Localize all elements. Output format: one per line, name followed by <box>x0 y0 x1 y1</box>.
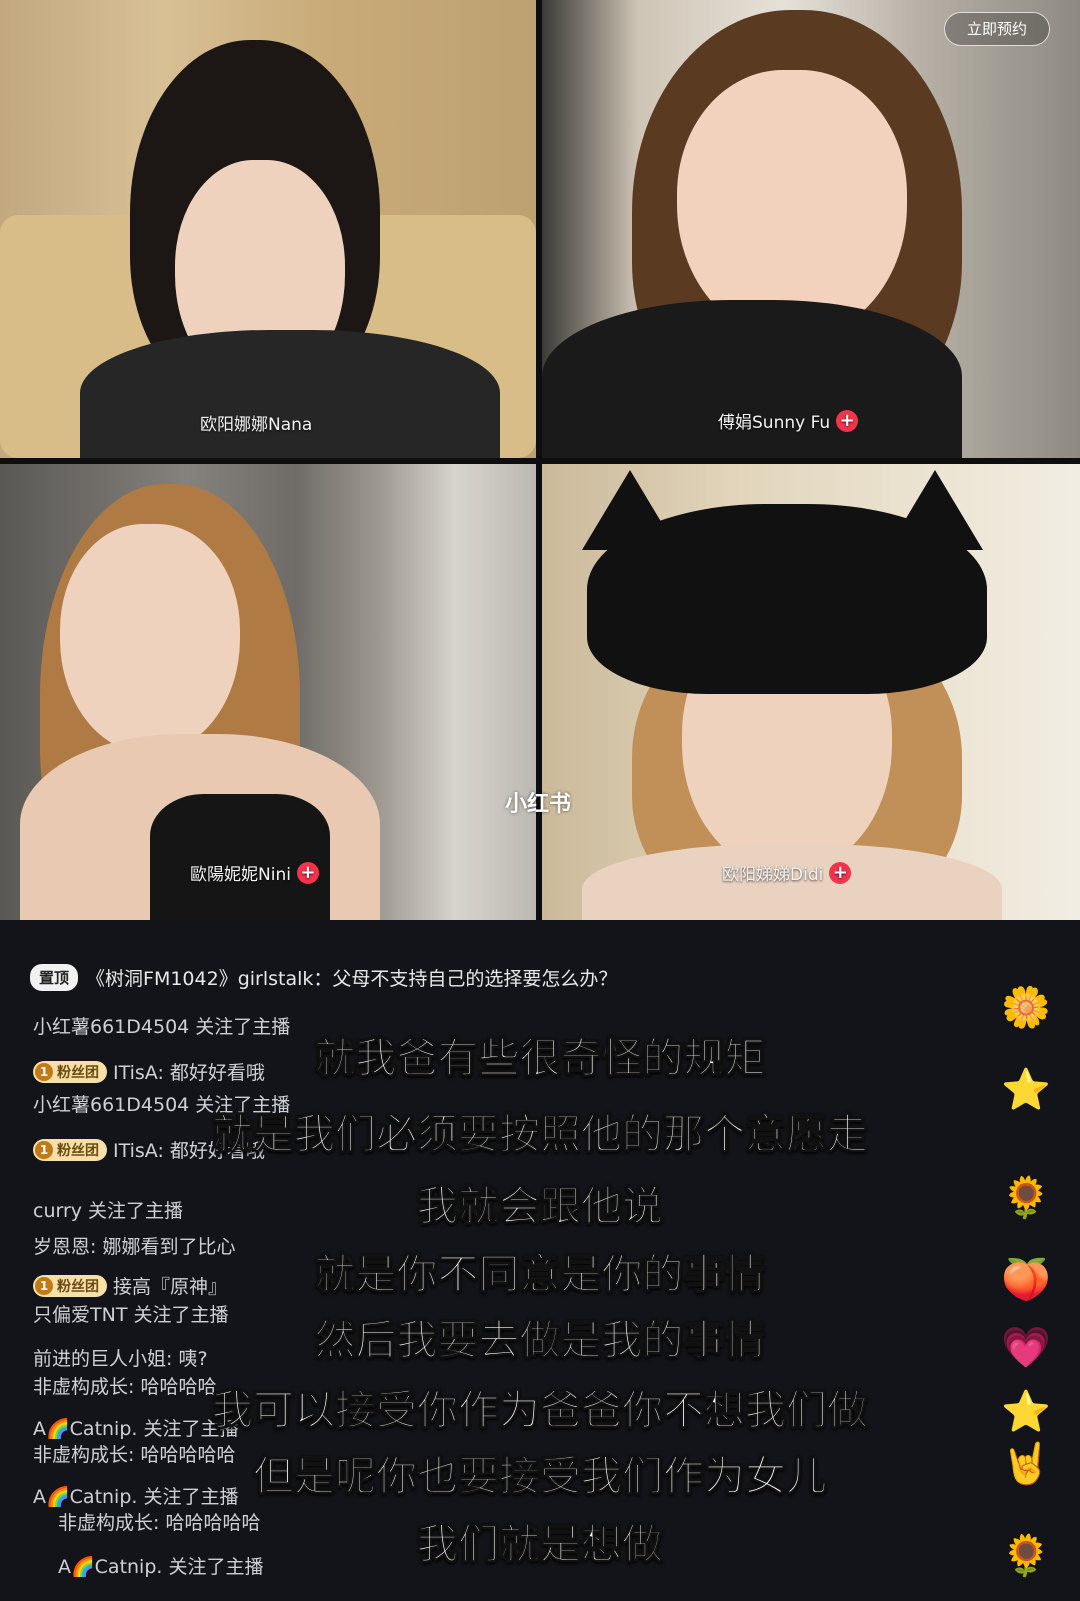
participant-name-text: 欧阳娣娣Didi <box>722 865 824 885</box>
add-icon[interactable]: + <box>829 861 852 884</box>
participant-name-nana: 欧阳娜娜Nana <box>200 410 312 435</box>
video-tile-sunny[interactable]: 立即预约 傅娟Sunny Fu + <box>542 0 1080 458</box>
subtitle-line: 就我爸有些很奇怪的规矩 <box>314 1033 766 1082</box>
participant-name-nini: 歐陽妮妮Nini + <box>190 860 319 885</box>
participant-name-didi: 欧阳娣娣Didi + <box>722 860 852 885</box>
pinned-text: 《树洞FM1042》girlstalk：父母不支持自己的选择要怎么办？ <box>86 968 618 990</box>
video-grid: 欧阳娜娜Nana 立即预约 傅娟Sunny Fu + 歐陽妮妮Nini + 欧阳… <box>0 0 1080 920</box>
subtitle-line: 然后我要去做是我的事情 <box>314 1315 766 1364</box>
face <box>60 524 240 754</box>
pinned-tag: 置顶 <box>30 964 79 991</box>
tank-top <box>150 794 330 920</box>
subtitle-line: 就是你不同意是你的事情 <box>314 1249 766 1298</box>
sunflower-icon: 🌻 <box>1001 1533 1051 1579</box>
video-tile-didi[interactable]: 欧阳娣娣Didi + <box>542 464 1080 920</box>
subtitle-line: 我可以接受你作为爸爸你不想我们做 <box>211 1385 868 1434</box>
participant-name-text: 傅娟Sunny Fu <box>718 413 831 433</box>
subtitle-line: 但是呢你也要接受我们作为女儿 <box>252 1451 827 1500</box>
participant-name-sunny: 傅娟Sunny Fu + <box>718 408 859 433</box>
participant-name-text: 欧阳娜娜Nana <box>200 415 313 435</box>
jacket <box>542 300 962 458</box>
video-tile-nana[interactable]: 欧阳娜娜Nana <box>0 0 536 458</box>
add-icon[interactable]: + <box>296 861 319 884</box>
heart-icon: 💗 <box>1001 1325 1051 1371</box>
reserve-button[interactable]: 立即预约 <box>943 12 1050 46</box>
subtitle-line: 就是我们必须要按照他的那个意愿走 <box>211 1109 868 1158</box>
star-icon: ⭐ <box>1001 1067 1051 1113</box>
pinned-message[interactable]: 置顶 《树洞FM1042》girlstalk：父母不支持自己的选择要怎么办？ <box>30 964 617 991</box>
star-icon: ⭐ <box>1001 1389 1051 1435</box>
sunflower-icon: 🌻 <box>1001 1175 1051 1221</box>
chat-panel: 置顶 《树洞FM1042》girlstalk：父母不支持自己的选择要怎么办？ 小… <box>0 920 1080 1601</box>
add-icon[interactable]: + <box>836 409 859 432</box>
flower-icon: 🌼 <box>1001 985 1051 1031</box>
sweater <box>80 330 500 458</box>
subtitle-line: 我们就是想做 <box>416 1519 663 1568</box>
subtitle-line: 我就会跟他说 <box>416 1181 663 1230</box>
participant-name-text: 歐陽妮妮Nini <box>190 865 291 885</box>
peach-icon: 🍑 <box>1001 1257 1051 1303</box>
cat-ear-beanie <box>587 504 987 694</box>
rock-hand-icon: 🤘 <box>1001 1441 1051 1487</box>
watermark-logo: 小红书 <box>505 792 572 817</box>
video-tile-nini[interactable]: 歐陽妮妮Nini + <box>0 464 536 920</box>
